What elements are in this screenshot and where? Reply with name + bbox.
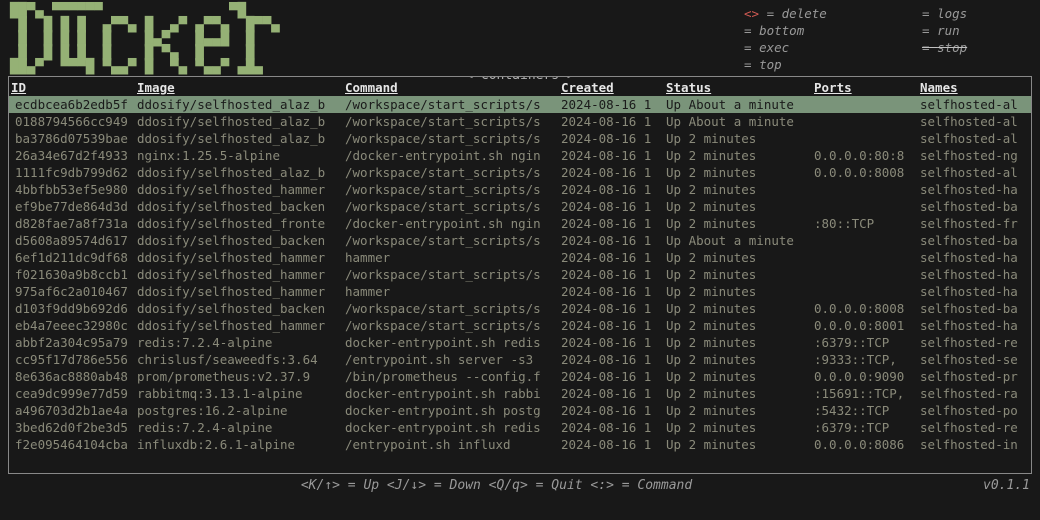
panel-title: < Containers > [461,76,579,83]
col-id: ID [9,79,135,96]
containers-panel: < Containers > IDImageCommandCreatedStat… [8,76,1032,474]
table-row[interactable]: 6ef1d211dc9df68ddosify/selfhosted_hammer… [9,249,1032,266]
version-label: v0.1.1 [983,478,1030,493]
table-row[interactable]: 0188794566cc949ddosify/selfhosted_alaz_b… [9,113,1032,130]
table-row[interactable]: 1111fc9db799d62ddosify/selfhosted_alaz_b… [9,164,1032,181]
table-row[interactable]: cea9dc999e77d59rabbitmq:3.13.1-alpinedoc… [9,385,1032,402]
table-row[interactable]: eb4a7eeec32980cddosify/selfhosted_hammer… [9,317,1032,334]
app-logo: ██▀▄ ▀▀▀▀▀▀ ▀█ █ █ █ █ ▄▀▀▄ █ ▄▀ ▄▀▀▄ █▀… [10,4,280,74]
table-row[interactable]: ef9be77de864d3dddosify/selfhosted_backen… [9,198,1032,215]
table-row[interactable]: 26a34e67d2f4933nginx:1.25.5-alpine/docke… [9,147,1032,164]
footer-keybinds: <K/↑> = Up <J/↓> = Down <Q/q> = Quit <:>… [10,478,983,493]
col-names: Names [918,79,1032,96]
table-row[interactable]: 3bed62d0f2be3d5redis:7.2.4-alpinedocker-… [9,419,1032,436]
table-row[interactable]: cc95f17d786e556chrislusf/seaweedfs:3.64/… [9,351,1032,368]
table-row[interactable]: ecdbcea6b2edb5fddosify/selfhosted_alaz_b… [9,96,1032,113]
col-ports: Ports [812,79,918,96]
table-row[interactable]: f2e095464104cbainfluxdb:2.6.1-alpine/ent… [9,436,1032,453]
table-row[interactable]: f021630a9b8ccb1ddosify/selfhosted_hammer… [9,266,1032,283]
containers-table[interactable]: IDImageCommandCreatedStatusPortsNames ec… [9,79,1032,453]
table-row[interactable]: 8e636ac8880ab48prom/prometheus:v2.37.9/b… [9,368,1032,385]
table-row[interactable]: d5608a89574d617ddosify/selfhosted_backen… [9,232,1032,249]
table-row[interactable]: a496703d2b1ae4apostgres:16.2-alpinedocke… [9,402,1032,419]
table-row[interactable]: d828fae7a8f731addosify/selfhosted_fronte… [9,215,1032,232]
shortcut-help: <> = delete = logs = bottom = run = exec… [744,4,1030,74]
table-row[interactable]: 975af6c2a010467ddosify/selfhosted_hammer… [9,283,1032,300]
table-row[interactable]: 4bbfbb53ef5e980ddosify/selfhosted_hammer… [9,181,1032,198]
col-status: Status [664,79,812,96]
table-row[interactable]: ba3786d07539baeddosify/selfhosted_alaz_b… [9,130,1032,147]
table-row[interactable]: abbf2a304c95a79redis:7.2.4-alpinedocker-… [9,334,1032,351]
table-row[interactable]: d103f9dd9b692d6ddosify/selfhosted_backen… [9,300,1032,317]
col-image: Image [135,79,343,96]
